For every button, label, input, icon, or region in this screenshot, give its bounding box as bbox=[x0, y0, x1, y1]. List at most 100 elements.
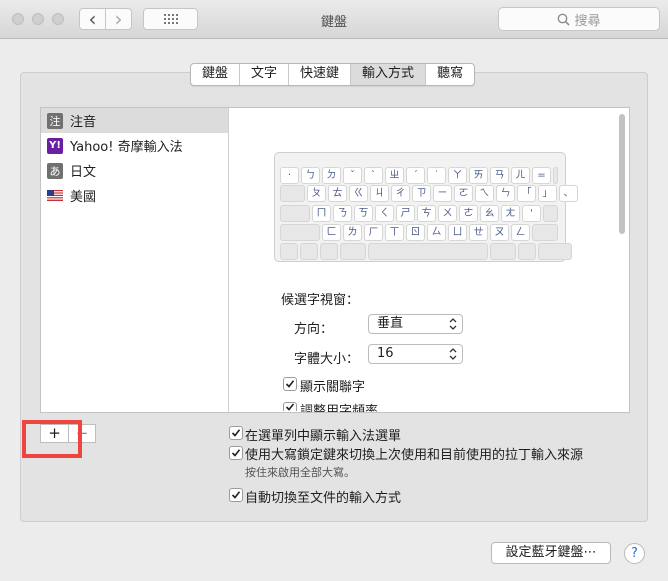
show-input-menu-checkbox[interactable] bbox=[229, 426, 243, 440]
keycap: ㄦ bbox=[511, 167, 530, 184]
setup-bluetooth-keyboard-button[interactable]: 設定藍牙鍵盤⋯ bbox=[491, 542, 611, 564]
direction-popup[interactable]: 垂直 bbox=[368, 314, 463, 334]
keyboard-layout-preview: · ㄅㄉ ˇ ˋ ㄓ ˊ ˙ ㄚㄞㄢㄦ = ㄆㄊㄍㄐㄔㄗㄧㄛㄟㄣ「」、ㄇㄋㄎㄑㄕㄘㄨㄜㄠㄤ ' ㄈㄌㄏ… bbox=[274, 152, 578, 262]
keycap: ㄔ bbox=[391, 185, 410, 202]
keycap: ㄉ bbox=[322, 167, 341, 184]
keycap: ˙ bbox=[427, 167, 446, 184]
modifier-key bbox=[280, 185, 305, 202]
modifier-key bbox=[280, 243, 298, 260]
modifier-key bbox=[490, 243, 516, 260]
keycap: ㄩ bbox=[448, 224, 467, 241]
caps-lock-switch-checkbox[interactable] bbox=[229, 446, 243, 460]
keycap: ㄎ bbox=[354, 205, 373, 222]
adjust-frequency-checkbox[interactable] bbox=[283, 402, 297, 411]
keycap: = bbox=[532, 167, 551, 184]
tab-bar: 鍵盤 文字 快速鍵 輸入方式 聽寫 bbox=[190, 63, 476, 86]
yahoo-icon: Y! bbox=[47, 137, 63, 154]
list-item-label: 日文 bbox=[70, 165, 97, 180]
auto-switch-label: 自動切換至文件的輸入方式 bbox=[245, 491, 402, 506]
direction-label: 方向： bbox=[294, 322, 334, 337]
keycap: ㄅ bbox=[301, 167, 320, 184]
search-field[interactable]: 搜尋 bbox=[498, 7, 660, 31]
keycap: ㄌ bbox=[343, 224, 362, 241]
caps-lock-note: 按住來啟用全部大寫。 bbox=[245, 466, 355, 479]
list-item-label: 美國 bbox=[70, 190, 97, 205]
keycap: ㄇ bbox=[312, 205, 331, 222]
keycap: ㄞ bbox=[469, 167, 488, 184]
keycap: ㄚ bbox=[448, 167, 467, 184]
keycap: 、 bbox=[559, 185, 578, 202]
keycap: ㄤ bbox=[501, 205, 520, 222]
candidate-window-heading: 候選字視窗： bbox=[281, 293, 360, 308]
list-item-zhuyin[interactable]: 注 注音 bbox=[41, 108, 228, 133]
font-size-label: 字體大小： bbox=[294, 352, 360, 367]
space-bar bbox=[368, 243, 488, 260]
show-input-menu-label: 在選單列中顯示輸入法選單 bbox=[245, 429, 402, 444]
show-related-checkbox[interactable] bbox=[283, 377, 297, 391]
tab-dictation[interactable]: 聽寫 bbox=[426, 64, 474, 85]
keycap: ㄐ bbox=[370, 185, 389, 202]
modifier-key bbox=[320, 243, 338, 260]
font-size-value: 16 bbox=[377, 346, 394, 361]
list-item-us[interactable]: 美國 bbox=[41, 183, 228, 208]
checkmark-icon bbox=[285, 380, 295, 388]
modifier-key bbox=[532, 224, 558, 241]
keycap: ˋ bbox=[364, 167, 383, 184]
keycap: · bbox=[280, 167, 299, 184]
modifier-key bbox=[280, 224, 320, 241]
keycap: ㄧ bbox=[433, 185, 452, 202]
zhuyin-icon: 注 bbox=[47, 112, 63, 129]
list-item-japanese[interactable]: あ 日文 bbox=[41, 158, 228, 183]
keycap: ˊ bbox=[406, 167, 425, 184]
keycap: ㄣ bbox=[496, 185, 515, 202]
keycap: ㄈ bbox=[322, 224, 341, 241]
modifier-key bbox=[340, 243, 366, 260]
keycap: ㄒ bbox=[385, 224, 404, 241]
keycap: ㄋ bbox=[333, 205, 352, 222]
keycap: ㄘ bbox=[417, 205, 436, 222]
font-size-popup[interactable]: 16 bbox=[368, 344, 463, 364]
auto-switch-checkbox[interactable] bbox=[229, 488, 243, 502]
highlight-box bbox=[22, 420, 82, 458]
tab-text[interactable]: 文字 bbox=[240, 64, 290, 85]
keycap: ㄆ bbox=[307, 185, 326, 202]
search-icon bbox=[558, 13, 571, 26]
list-item-label: Yahoo! 奇摩輸入法 bbox=[70, 140, 183, 155]
keycap: ㄟ bbox=[475, 185, 494, 202]
updown-arrows-icon bbox=[449, 348, 457, 360]
keycap: ㄛ bbox=[454, 185, 473, 202]
keycap: ㄏ bbox=[364, 224, 383, 241]
modifier-key bbox=[280, 205, 310, 222]
caps-lock-switch-label: 使用大寫鎖定鍵來切換上次使用和目前使用的拉丁輸入來源 bbox=[245, 448, 584, 463]
list-item-yahoo[interactable]: Y! Yahoo! 奇摩輸入法 bbox=[41, 133, 228, 158]
keycap: ㄙ bbox=[427, 224, 446, 241]
modifier-key bbox=[518, 243, 536, 260]
help-button[interactable]: ? bbox=[624, 543, 645, 564]
kana-icon: あ bbox=[47, 162, 63, 179]
show-related-label: 顯示關聯字 bbox=[300, 380, 366, 395]
updown-arrows-icon bbox=[449, 318, 457, 330]
keycap: 」 bbox=[538, 185, 557, 202]
keycap: ㄖ bbox=[406, 224, 425, 241]
search-placeholder: 搜尋 bbox=[574, 13, 601, 29]
keycap: ㄡ bbox=[490, 224, 509, 241]
modifier-key bbox=[543, 205, 558, 222]
list-item-label: 注音 bbox=[70, 115, 97, 130]
keycap: ㄊ bbox=[328, 185, 347, 202]
keycap: ˇ bbox=[343, 167, 362, 184]
keycap: ㄥ bbox=[511, 224, 530, 241]
tab-shortcuts[interactable]: 快速鍵 bbox=[289, 64, 352, 85]
keycap: ㄑ bbox=[375, 205, 394, 222]
us-flag-icon bbox=[47, 188, 63, 204]
modifier-key bbox=[538, 243, 572, 260]
keycap: ㄜ bbox=[459, 205, 478, 222]
checkmark-icon bbox=[231, 429, 241, 437]
adjust-frequency-label: 調整用字頻率 bbox=[300, 404, 379, 412]
vertical-scrollbar[interactable] bbox=[619, 114, 625, 234]
modifier-key bbox=[553, 167, 558, 184]
keycap: ㄠ bbox=[480, 205, 499, 222]
keycap: ㄝ bbox=[469, 224, 488, 241]
tab-input-sources[interactable]: 輸入方式 bbox=[351, 64, 427, 85]
keycap: ㄗ bbox=[412, 185, 431, 202]
tab-keyboard[interactable]: 鍵盤 bbox=[191, 64, 241, 85]
